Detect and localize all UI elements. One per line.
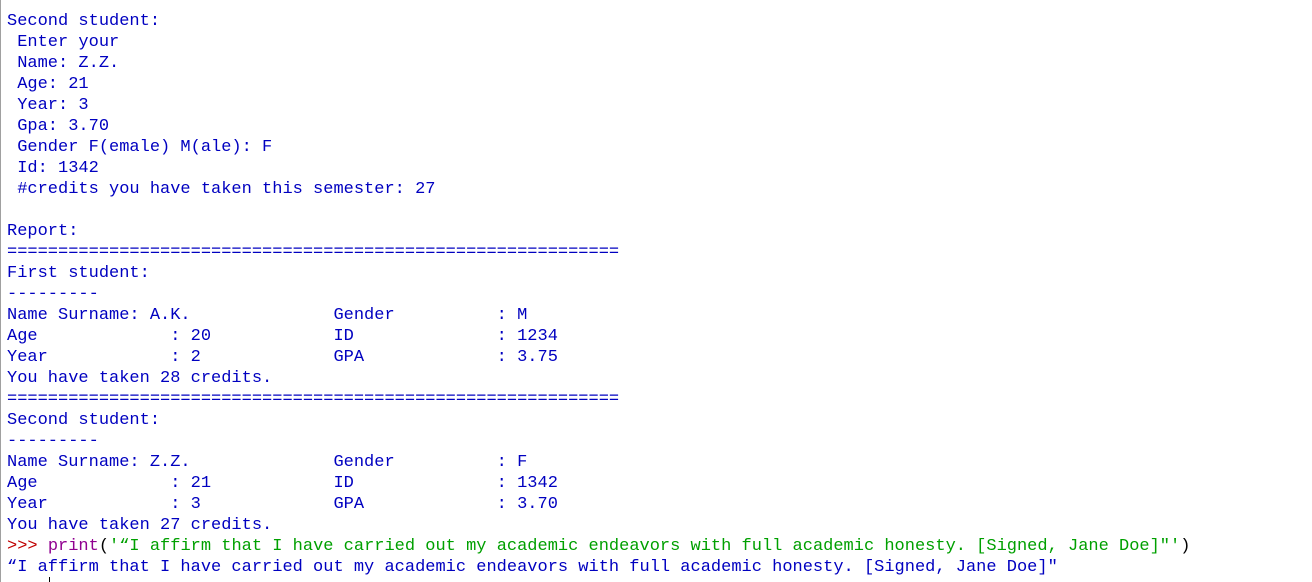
- output-line: Second student:: [7, 411, 161, 430]
- command-line[interactable]: >>> print('“I affirm that I have carried…: [7, 536, 1190, 557]
- output-line: You have taken 27 credits.: [7, 516, 273, 535]
- python-shell-window[interactable]: Second student: Enter your Name: Z.Z. Ag…: [0, 0, 1312, 582]
- close-paren: ): [1180, 537, 1191, 556]
- shell-prompt: >>>: [7, 537, 48, 556]
- shell-output[interactable]: Second student: Enter your Name: Z.Z. Ag…: [7, 11, 1190, 578]
- output-line: Id: 1342: [7, 159, 99, 178]
- open-paren: (: [98, 537, 110, 556]
- output-line: Name: Z.Z.: [7, 54, 120, 73]
- output-line: First student:: [7, 264, 150, 283]
- output-line: ---------: [7, 285, 99, 304]
- output-line: Gpa: 3.70: [7, 117, 110, 136]
- text-cursor: [49, 577, 50, 582]
- output-line: ========================================…: [7, 243, 620, 262]
- output-line: Name Surname: Z.Z. Gender : F: [7, 453, 528, 472]
- output-line: Year : 2 GPA : 3.75: [7, 348, 558, 367]
- output-line: Year : 3 GPA : 3.70: [7, 495, 558, 514]
- output-line: Age: 21: [7, 75, 89, 94]
- output-line: Gender F(emale) M(ale): F: [7, 138, 273, 157]
- output-line: Enter your: [7, 33, 120, 52]
- output-line: Second student:: [7, 12, 161, 31]
- command-result: “I affirm that I have carried out my aca…: [7, 558, 1058, 577]
- output-line: Name Surname: A.K. Gender : M: [7, 306, 528, 325]
- output-line: Year: 3: [7, 96, 89, 115]
- string-argument: '“I affirm that I have carried out my ac…: [109, 537, 1181, 556]
- output-line: Age : 21 ID : 1342: [7, 474, 558, 493]
- output-line: ---------: [7, 432, 99, 451]
- output-line: #credits you have taken this semester: 2…: [7, 180, 436, 199]
- output-line: ========================================…: [7, 390, 620, 409]
- output-line: Report:: [7, 222, 79, 241]
- output-line: Age : 20 ID : 1234: [7, 327, 558, 346]
- output-line: You have taken 28 credits.: [7, 369, 273, 388]
- print-function: print: [47, 537, 99, 556]
